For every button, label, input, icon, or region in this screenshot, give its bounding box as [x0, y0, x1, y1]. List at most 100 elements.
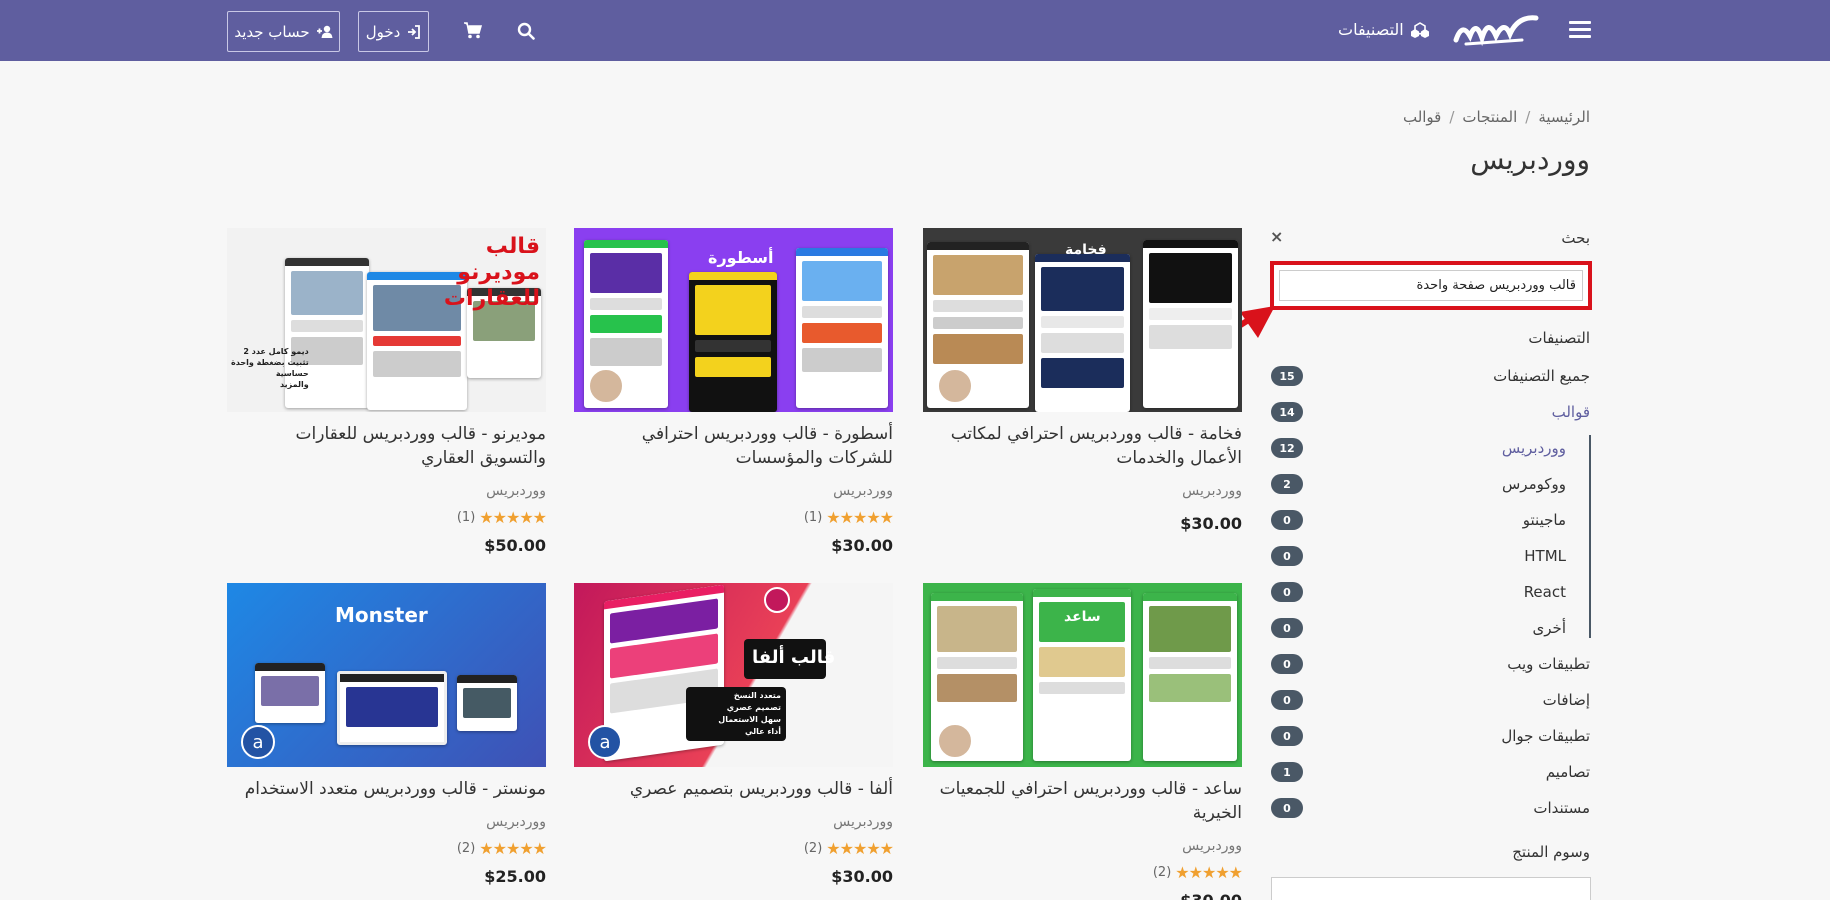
product-thumbnail[interactable]: Monster a [227, 583, 546, 767]
category-item[interactable]: تطبيقات ويب 0 [1271, 653, 1590, 675]
category-label: React [1523, 583, 1566, 601]
breadcrumb-home[interactable]: الرئيسية [1538, 108, 1590, 126]
search-input[interactable] [1274, 265, 1588, 306]
sign-in-icon [408, 24, 421, 39]
search-label: بحث [1561, 229, 1590, 247]
rating-count: (2) [456, 841, 476, 856]
category-item[interactable]: تصاميم 1 [1271, 761, 1590, 783]
thumbnail-brand-text: فخامة [1065, 242, 1107, 258]
thumbnail-feature-item: أداء عالي [744, 727, 781, 736]
subcategory-indicator [1589, 435, 1591, 638]
thumbnail-feature-item: تثبيت بضغطة واحدة [231, 358, 309, 367]
register-label: حساب جديد [234, 22, 310, 41]
product-price: $25.00 [484, 867, 546, 886]
thumbnail-feature-item: والمزيد [280, 380, 309, 389]
category-label: أخرى [1532, 619, 1566, 637]
product-rating: ★★★★★ (1) [457, 508, 547, 527]
product-thumbnail[interactable]: قالب موديرنو للعقارات ديمو كامل عدد 2 تث… [227, 228, 546, 412]
thumbnail-brand-text: Monster [335, 603, 428, 627]
product-thumbnail[interactable]: ساعد [923, 583, 1242, 767]
product-category[interactable]: ووردبريس [486, 814, 546, 830]
category-count-badge: 0 [1271, 798, 1303, 818]
user-plus-icon [316, 25, 333, 38]
login-button[interactable]: دخول [358, 11, 429, 52]
category-count-badge: 0 [1271, 546, 1303, 566]
category-label: تطبيقات جوال [1501, 727, 1590, 745]
category-item[interactable]: إضافات 0 [1271, 689, 1590, 711]
category-count-badge: 0 [1271, 654, 1303, 674]
breadcrumb-products[interactable]: المنتجات [1462, 108, 1517, 126]
categories-nav-link[interactable]: التصنيفات [1338, 20, 1429, 39]
category-item[interactable]: مستندات 0 [1271, 797, 1590, 819]
cart-icon[interactable] [464, 22, 482, 39]
thumbnail-feature-item: متعدد النسخ [733, 691, 781, 700]
category-label: ووردبريس [1501, 439, 1566, 457]
thumbnail-feature-list: متعدد النسخ تصميم عصري سهل الاستعمال أدا… [686, 687, 786, 741]
product-tags-input[interactable] [1271, 877, 1591, 900]
site-logo[interactable] [1452, 10, 1540, 50]
product-category[interactable]: ووردبريس [833, 814, 893, 830]
seller-avatar [937, 368, 973, 404]
search-icon[interactable] [517, 22, 535, 40]
seller-avatar: a [241, 725, 275, 759]
category-count-badge: 14 [1271, 402, 1303, 422]
clear-search-icon[interactable]: × [1270, 227, 1283, 246]
product-title[interactable]: ساعد - قالب ووردبريس احترافي للجمعيات ال… [923, 777, 1242, 825]
product-title[interactable]: مونستر - قالب ووردبريس متعدد الاستخدام [227, 777, 546, 801]
rating-stars: ★★★★★ [479, 508, 547, 527]
product-category[interactable]: ووردبريس [833, 483, 893, 499]
category-label: مستندات [1533, 799, 1590, 817]
product-rating: ★★★★★ (2) [456, 839, 547, 858]
category-label: إضافات [1542, 691, 1590, 709]
rating-count: (2) [1152, 865, 1172, 880]
category-item[interactable]: ماجينتو 0 [1271, 509, 1590, 531]
thumbnail-brand-text: أسطورة [708, 248, 774, 267]
thumbnail-feature-item: سهل الاستعمال [718, 715, 781, 724]
product-price: $30.00 [831, 867, 893, 886]
rating-count: (1) [803, 510, 823, 525]
seller-avatar [588, 368, 624, 404]
rating-stars: ★★★★★ [479, 839, 547, 858]
categories-heading: التصنيفات [1528, 329, 1590, 347]
product-title[interactable]: فخامة - قالب ووردبريس احترافي لمكاتب الأ… [923, 422, 1242, 470]
category-item[interactable]: ووردبريس 12 [1271, 437, 1590, 459]
product-category[interactable]: ووردبريس [1182, 483, 1242, 499]
product-title[interactable]: ألفا - قالب ووردبريس بتصميم عصري [574, 777, 893, 801]
category-label: HTML [1524, 547, 1566, 565]
category-item[interactable]: ووكومرس 2 [1271, 473, 1590, 495]
product-tags-heading: وسوم المنتج [1512, 843, 1590, 861]
categories-icon [1410, 21, 1429, 38]
breadcrumb-separator: / [1525, 108, 1531, 126]
category-item[interactable]: تطبيقات جوال 0 [1271, 725, 1590, 747]
breadcrumb-templates[interactable]: قوالب [1403, 108, 1441, 126]
product-thumbnail[interactable]: فخامة [923, 228, 1242, 412]
category-item[interactable]: جميع التصنيفات 15 [1271, 365, 1590, 387]
menu-icon[interactable] [1569, 21, 1591, 39]
category-item[interactable]: قوالب 14 [1271, 401, 1590, 423]
product-title[interactable]: موديرنو - قالب ووردبريس للعقارات والتسوي… [227, 422, 546, 470]
category-item[interactable]: HTML 0 [1271, 545, 1590, 567]
category-count-badge: 0 [1271, 582, 1303, 602]
product-category[interactable]: ووردبريس [1182, 838, 1242, 854]
thumbnail-feature-item: ديمو كامل عدد 2 [243, 347, 309, 356]
categories-nav-label: التصنيفات [1338, 20, 1404, 39]
product-category[interactable]: ووردبريس [486, 483, 546, 499]
category-count-badge: 0 [1271, 690, 1303, 710]
category-item[interactable]: React 0 [1271, 581, 1590, 603]
product-rating: ★★★★★ (2) [803, 839, 894, 858]
product-title[interactable]: أسطورة - قالب ووردبريس احترافي للشركات و… [574, 422, 893, 470]
category-label: ووكومرس [1502, 475, 1566, 493]
rating-stars: ★★★★★ [826, 508, 894, 527]
thumbnail-feature-item: حساسية [275, 369, 309, 378]
category-label: تصاميم [1545, 763, 1590, 781]
rating-count: (2) [803, 841, 823, 856]
category-item[interactable]: أخرى 0 [1271, 617, 1590, 639]
product-thumbnail[interactable]: قالب ألفا متعدد النسخ تصميم عصري سهل الا… [574, 583, 893, 767]
register-button[interactable]: حساب جديد [227, 11, 340, 52]
category-label: ماجينتو [1522, 511, 1566, 529]
product-price: $30.00 [1180, 891, 1242, 900]
rating-stars: ★★★★★ [1175, 863, 1243, 882]
product-thumbnail[interactable]: أسطورة [574, 228, 893, 412]
search-highlight-box [1270, 261, 1592, 310]
product-price: $30.00 [831, 536, 893, 555]
